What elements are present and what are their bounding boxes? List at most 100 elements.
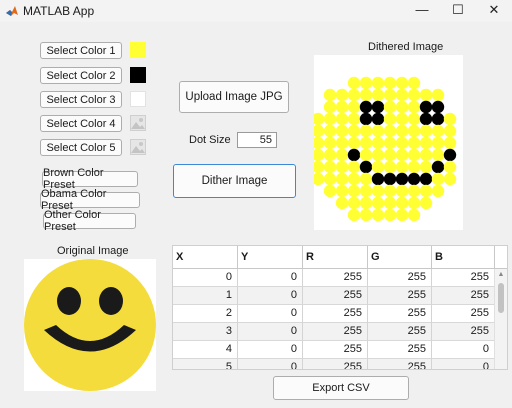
select-color-2-button[interactable]: Select Color 2 [40, 67, 122, 84]
table-cell-g[interactable]: 255 [368, 305, 432, 323]
dot-size-input[interactable]: 55 [237, 132, 277, 148]
yellow-dot [335, 88, 349, 102]
yellow-dot [383, 88, 397, 102]
yellow-dot [395, 184, 409, 198]
yellow-dot [431, 184, 445, 198]
table-row[interactable]: 2 0 255 255 255 [173, 305, 495, 323]
table-cell-x[interactable]: 0 [173, 269, 238, 287]
table-cell-y[interactable]: 0 [238, 287, 303, 305]
upload-image-button[interactable]: Upload Image JPG [179, 81, 289, 113]
yellow-dot [383, 100, 397, 114]
black-dot [443, 148, 457, 162]
table-cell-y[interactable]: 0 [238, 305, 303, 323]
yellow-dot [371, 148, 385, 162]
black-dot [419, 112, 433, 126]
table-cell-y[interactable]: 0 [238, 269, 303, 287]
other-color-preset-button[interactable]: Other Color Preset [43, 209, 136, 233]
brown-color-preset-button[interactable]: Brown Color Preset [42, 167, 138, 191]
column-header-x[interactable]: X [173, 246, 238, 269]
yellow-dot [419, 136, 433, 150]
yellow-dot [347, 208, 361, 222]
yellow-dot [407, 196, 421, 210]
yellow-dot [347, 172, 361, 186]
table-cell-b[interactable]: 255 [432, 287, 495, 305]
table-scrollbar[interactable]: ▲ [494, 269, 507, 369]
yellow-dot [383, 208, 397, 222]
table-row[interactable]: 3 0 255 255 255 [173, 323, 495, 341]
yellow-dot [359, 124, 373, 138]
yellow-dot [359, 196, 373, 210]
table-cell-g[interactable]: 255 [368, 359, 432, 369]
yellow-dot [395, 160, 409, 174]
table-cell-r[interactable]: 255 [303, 341, 368, 359]
yellow-dot [335, 100, 349, 114]
table-cell-x[interactable]: 3 [173, 323, 238, 341]
black-dot [419, 172, 433, 186]
yellow-dot [347, 160, 361, 174]
table-cell-b[interactable]: 255 [432, 269, 495, 287]
table-cell-y[interactable]: 0 [238, 323, 303, 341]
maximize-button[interactable]: ☐ [440, 0, 476, 22]
table-cell-b[interactable]: 255 [432, 305, 495, 323]
yellow-dot [419, 196, 433, 210]
column-header-b[interactable]: B [432, 246, 495, 269]
black-dot [431, 100, 445, 114]
column-header-r[interactable]: R [303, 246, 368, 269]
yellow-dot [371, 160, 385, 174]
yellow-dot [323, 148, 337, 162]
dithered-image-panel [314, 55, 463, 230]
table-cell-r[interactable]: 255 [303, 305, 368, 323]
table-cell-y[interactable]: 0 [238, 359, 303, 369]
column-header-y[interactable]: Y [238, 246, 303, 269]
dither-image-button[interactable]: Dither Image [173, 164, 296, 198]
table-cell-b[interactable]: 255 [432, 323, 495, 341]
table-cell-b[interactable]: 0 [432, 341, 495, 359]
table-row[interactable]: 4 0 255 255 0 [173, 341, 495, 359]
table-cell-x[interactable]: 2 [173, 305, 238, 323]
table-cell-y[interactable]: 0 [238, 341, 303, 359]
yellow-dot [359, 136, 373, 150]
yellow-dot [347, 100, 361, 114]
pixel-data-table[interactable]: X Y R G B 0 0 255 255 255 1 0 255 255 255 2 0 255 255… [172, 245, 508, 370]
table-cell-x[interactable]: 5 [173, 359, 238, 369]
yellow-dot [314, 136, 325, 150]
table-cell-x[interactable]: 1 [173, 287, 238, 305]
export-csv-button[interactable]: Export CSV [273, 376, 409, 400]
yellow-dot [407, 76, 421, 90]
table-cell-r[interactable]: 255 [303, 359, 368, 369]
yellow-dot [419, 124, 433, 138]
yellow-dot [323, 112, 337, 126]
select-color-4-button[interactable]: Select Color 4 [40, 115, 122, 132]
dithered-image-title: Dithered Image [368, 41, 444, 53]
yellow-dot [323, 124, 337, 138]
obama-color-preset-button[interactable]: Obama Color Preset [40, 188, 140, 212]
original-smiley-image [24, 259, 156, 391]
table-cell-r[interactable]: 255 [303, 287, 368, 305]
scroll-up-arrow-icon[interactable]: ▲ [497, 271, 505, 279]
yellow-dot [323, 100, 337, 114]
table-cell-r[interactable]: 255 [303, 323, 368, 341]
select-color-1-button[interactable]: Select Color 1 [40, 42, 122, 59]
table-cell-g[interactable]: 255 [368, 269, 432, 287]
select-color-5-button[interactable]: Select Color 5 [40, 139, 122, 156]
dot-size-label: Dot Size [189, 134, 231, 146]
table-cell-r[interactable]: 255 [303, 269, 368, 287]
image-placeholder-icon [130, 139, 146, 155]
color-2-swatch [130, 67, 146, 83]
close-button[interactable]: ✕ [476, 0, 512, 22]
table-cell-b[interactable]: 0 [432, 359, 495, 369]
table-row[interactable]: 0 0 255 255 255 [173, 269, 495, 287]
table-cell-g[interactable]: 255 [368, 287, 432, 305]
column-header-g[interactable]: G [368, 246, 432, 269]
table-cell-g[interactable]: 255 [368, 341, 432, 359]
table-row[interactable]: 1 0 255 255 255 [173, 287, 495, 305]
minimize-button[interactable]: — [404, 0, 440, 22]
yellow-dot [371, 124, 385, 138]
yellow-dot [395, 124, 409, 138]
yellow-dot [359, 184, 373, 198]
select-color-3-button[interactable]: Select Color 3 [40, 91, 122, 108]
table-cell-x[interactable]: 4 [173, 341, 238, 359]
table-cell-g[interactable]: 255 [368, 323, 432, 341]
scrollbar-thumb[interactable] [498, 283, 504, 313]
table-row[interactable]: 5 0 255 255 0 [173, 359, 495, 369]
